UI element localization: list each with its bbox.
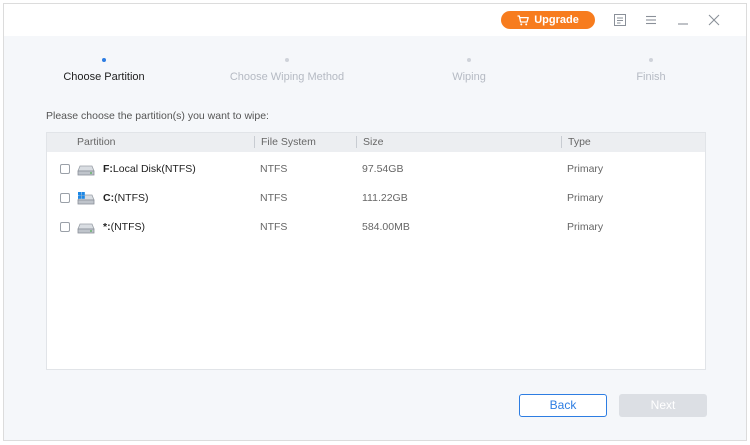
- type-cell: Primary: [567, 221, 604, 233]
- step-dot: [285, 58, 289, 62]
- partition-table: Partition File System Size Type F:Local …: [46, 132, 706, 370]
- close-icon[interactable]: [707, 13, 721, 27]
- column-header-partition[interactable]: Partition: [71, 133, 116, 152]
- drive-letter: C:: [103, 192, 115, 204]
- type-cell: Primary: [567, 163, 604, 175]
- step-dot: [102, 58, 106, 62]
- row-checkbox[interactable]: [60, 193, 70, 203]
- column-header-type[interactable]: Type: [561, 136, 591, 148]
- step-dot: [467, 58, 471, 62]
- minimize-icon[interactable]: [676, 13, 690, 27]
- windows-disk-icon: [77, 192, 95, 205]
- instruction-text: Please choose the partition(s) you want …: [46, 110, 269, 122]
- file-system-cell: NTFS: [260, 221, 288, 233]
- type-cell: Primary: [567, 192, 604, 204]
- step-choose-wiping-method: Choose Wiping Method: [217, 54, 357, 83]
- file-system-cell: NTFS: [260, 163, 288, 175]
- wizard-steps: Choose Partition Choose Wiping Method Wi…: [4, 54, 746, 94]
- partition-label: (NTFS): [110, 221, 146, 233]
- file-system-cell: NTFS: [260, 192, 288, 204]
- partition-name-cell: F:Local Disk(NTFS): [103, 157, 196, 181]
- table-header: Partition File System Size Type: [47, 133, 705, 152]
- partition-name-cell: C:(NTFS): [103, 186, 149, 210]
- partition-label: (NTFS): [114, 192, 149, 204]
- step-dot: [649, 58, 653, 62]
- step-wiping: Wiping: [399, 54, 539, 83]
- step-finish: Finish: [581, 54, 721, 83]
- step-label: Choose Wiping Method: [229, 71, 345, 83]
- column-header-size[interactable]: Size: [356, 136, 383, 148]
- disk-icon: [77, 163, 95, 176]
- partition-name-cell: *:(NTFS): [103, 215, 145, 239]
- feedback-icon[interactable]: [613, 13, 627, 27]
- step-label: Choose Partition: [63, 71, 145, 83]
- next-button[interactable]: Next: [619, 394, 707, 417]
- column-header-file-system[interactable]: File System: [254, 136, 316, 148]
- drive-letter: F:: [103, 163, 113, 175]
- table-row[interactable]: C:(NTFS) NTFS 111.22GB Primary: [47, 186, 705, 210]
- back-button[interactable]: Back: [519, 394, 607, 417]
- size-cell: 111.22GB: [362, 192, 408, 204]
- step-label: Finish: [636, 71, 666, 83]
- drive-letter: *:: [103, 221, 111, 233]
- step-choose-partition: Choose Partition: [34, 54, 174, 83]
- row-checkbox[interactable]: [60, 164, 70, 174]
- upgrade-button[interactable]: Upgrade: [501, 11, 595, 29]
- title-bar: Upgrade: [4, 4, 746, 36]
- app-window: Upgrade Choose Partition Choose Wiping M…: [3, 3, 747, 441]
- partition-label: Local Disk(NTFS): [112, 163, 196, 175]
- size-cell: 97.54GB: [362, 163, 404, 175]
- row-checkbox[interactable]: [60, 222, 70, 232]
- size-cell: 584.00MB: [362, 221, 410, 233]
- disk-icon: [77, 221, 95, 234]
- upgrade-label: Upgrade: [534, 14, 579, 26]
- table-row[interactable]: *:(NTFS) NTFS 584.00MB Primary: [47, 215, 705, 239]
- step-label: Wiping: [452, 71, 486, 83]
- table-row[interactable]: F:Local Disk(NTFS) NTFS 97.54GB Primary: [47, 157, 705, 181]
- menu-icon[interactable]: [644, 13, 658, 27]
- cart-icon: [517, 14, 530, 26]
